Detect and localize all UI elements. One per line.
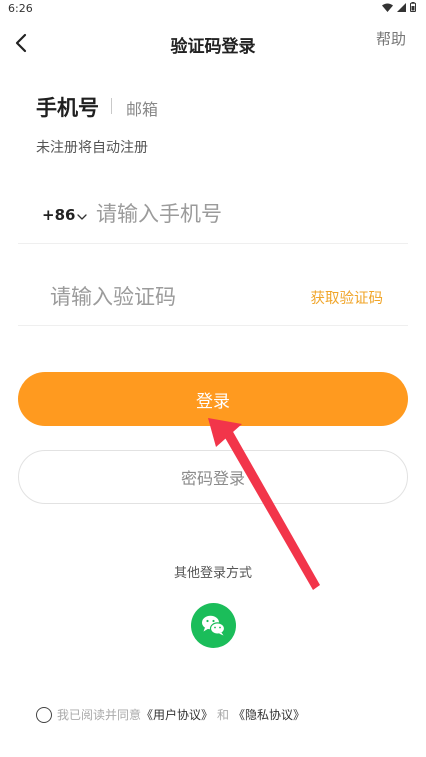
wechat-icon xyxy=(202,615,226,636)
agreement-checkbox[interactable] xyxy=(36,707,52,723)
password-login-button[interactable]: 密码登录 xyxy=(18,450,408,504)
page-title: 验证码登录 xyxy=(170,37,256,57)
country-code-dropdown[interactable] xyxy=(75,209,89,223)
help-link[interactable]: 帮助 xyxy=(376,28,406,49)
auto-register-hint: 未注册将自动注册 xyxy=(36,140,148,156)
password-login-label: 密码登录 xyxy=(180,469,245,488)
user-agreement-link[interactable]: 《用户协议》 xyxy=(141,706,213,723)
wifi-icon xyxy=(382,3,393,12)
login-button[interactable]: 登录 xyxy=(18,372,408,426)
login-button-label: 登录 xyxy=(196,391,230,412)
status-time: 6:26 xyxy=(8,2,33,15)
agreement-row: 我已阅读并同意《用户协议》和《隐私协议》 xyxy=(57,706,305,723)
chevron-down-icon xyxy=(77,214,87,220)
agreement-and: 和 xyxy=(217,708,230,722)
get-code-button[interactable]: 获取验证码 xyxy=(311,287,384,308)
signal-icon xyxy=(397,2,406,12)
tab-phone[interactable]: 手机号 xyxy=(36,92,99,122)
tab-email[interactable]: 邮箱 xyxy=(126,96,158,120)
country-code-selector[interactable]: +86 xyxy=(42,206,75,224)
phone-input[interactable] xyxy=(96,196,396,232)
status-icons xyxy=(382,2,416,12)
phone-divider xyxy=(18,243,408,244)
battery-icon xyxy=(410,2,416,12)
code-divider xyxy=(18,325,408,326)
wechat-login-button[interactable] xyxy=(191,603,236,648)
tab-divider xyxy=(111,98,112,114)
privacy-policy-link[interactable]: 《隐私协议》 xyxy=(233,706,305,723)
other-login-methods-label: 其他登录方式 xyxy=(173,566,252,581)
agreement-prefix: 我已阅读并同意 xyxy=(57,708,142,722)
verification-code-input[interactable] xyxy=(50,279,280,315)
